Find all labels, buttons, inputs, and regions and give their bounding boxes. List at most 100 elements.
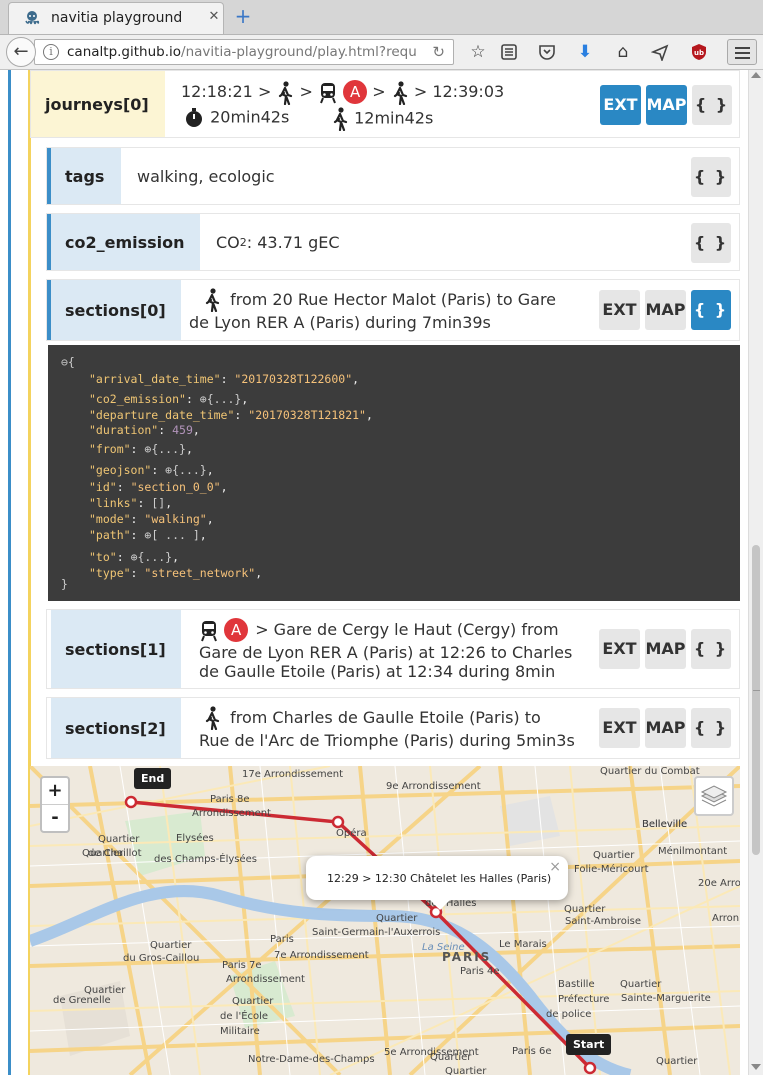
json-value: "20170328T122600" [234, 372, 353, 386]
journey-map-button[interactable]: MAP [646, 85, 687, 125]
tree-guide-line [8, 70, 11, 1075]
journey-ext-button[interactable]: EXT [600, 85, 641, 125]
new-tab-button[interactable]: + [233, 6, 253, 26]
section-text-line: from 20 Rue Hector Malot (Paris) to Gare [230, 289, 557, 309]
walking-icon [279, 80, 293, 105]
json-key: "links" [89, 496, 138, 510]
json-collapse-toggle[interactable]: ⊖{ [61, 355, 75, 369]
tags-key: tags [47, 148, 121, 204]
section-map-button[interactable]: MAP [645, 290, 686, 330]
download-icon[interactable]: ⬇ [574, 41, 596, 63]
popup-close-button[interactable]: × [549, 859, 561, 875]
reload-icon[interactable]: ↻ [432, 43, 445, 61]
json-value: [] [151, 496, 166, 510]
map-place-label: Opéra [336, 828, 367, 839]
section-text-line: de Gaulle Etoile (Paris) at 12:34 during… [199, 662, 556, 681]
map-place-label: 7e Arrondissement [274, 950, 369, 961]
tags-value: walking, ecologic [137, 166, 275, 186]
journey-arrive: > 12:39:03 [413, 82, 505, 101]
json-row: "arrival_date_time": "20170328T122600", [89, 372, 360, 386]
home-icon[interactable]: ⌂ [612, 41, 634, 63]
train-icon [201, 620, 217, 641]
scroll-up-arrow[interactable] [751, 72, 761, 78]
zoom-in-button[interactable]: + [42, 778, 68, 805]
browser-nav-bar: i canaltp.github.io/navitia-playground/p… [0, 35, 763, 70]
map-place-label: Militaire [220, 1026, 260, 1037]
section-ext-button[interactable]: EXT [599, 629, 640, 669]
map-place-label: Folie-Méricourt [574, 864, 649, 875]
section-key: sections[2] [47, 698, 181, 758]
section-text-line: Rue de l'Arc de Triomphe (Paris) during … [199, 731, 575, 750]
url-path: /navitia-playground/play.html?requ [181, 44, 417, 60]
journey-depart: 12:18:21 > [181, 82, 272, 101]
map-place-label: Paris 6e [512, 1046, 552, 1057]
json-row: "departure_date_time": "20170328T121821"… [89, 408, 373, 422]
url-text[interactable]: canaltp.github.io/navitia-playground/pla… [67, 44, 423, 60]
json-row: "type": "street_network", [89, 566, 263, 580]
section-ext-button[interactable]: EXT [599, 290, 640, 330]
json-row: "path": ⊕[ ... ], [89, 528, 207, 542]
json-row: "from": ⊕{...}, [89, 442, 193, 456]
page-scrollbar[interactable] [748, 70, 763, 1075]
hamburger-menu-button[interactable] [727, 39, 757, 65]
map-place-label: de l'École [220, 1011, 269, 1022]
co2-value: CO 2: 43.71 gEC [216, 214, 340, 270]
json-key: "duration" [89, 423, 159, 437]
json-row: "id": "section_0_0", [89, 480, 228, 494]
tags-json-button[interactable]: { } [691, 157, 731, 197]
json-value[interactable]: ⊕{...} [144, 442, 186, 456]
map-place-label: de Grenelle [53, 995, 111, 1006]
map-place-label: Préfecture [558, 994, 610, 1005]
tags-row: tags walking, ecologic { } [46, 147, 740, 205]
octopus-favicon-icon [25, 11, 40, 25]
map-place-label: Paris 4e [460, 966, 500, 977]
back-button[interactable]: ← [6, 37, 36, 67]
send-tab-icon[interactable] [649, 41, 671, 63]
info-icon[interactable]: i [43, 44, 59, 60]
json-value[interactable]: ⊕{...} [165, 463, 207, 477]
section-ext-button[interactable]: EXT [599, 708, 640, 748]
layers-button[interactable] [694, 776, 734, 816]
co2-prefix: CO [216, 232, 240, 252]
co2-json-button[interactable]: { } [691, 223, 731, 263]
scroll-down-arrow[interactable] [751, 1064, 761, 1070]
browser-tab[interactable]: navitia playground ✕ [8, 2, 224, 34]
json-key: "type" [89, 566, 131, 580]
tab-close-button[interactable]: ✕ [205, 8, 223, 26]
section-json-button[interactable]: { } [691, 290, 731, 330]
map-place-label: Quartier [656, 1056, 698, 1067]
json-key: "departure_date_time" [89, 408, 235, 422]
section-json-button[interactable]: { } [691, 708, 731, 748]
section-row: sections[0] from 20 Rue Hector Malot (Pa… [46, 279, 740, 341]
bookmark-star-icon[interactable]: ☆ [467, 41, 489, 63]
map-place-label: Bastille [558, 979, 595, 990]
journey-json-button[interactable]: { } [692, 85, 732, 125]
popup-tail [430, 900, 450, 910]
map-place-label: Quartier [150, 940, 192, 951]
pocket-icon[interactable] [536, 41, 558, 63]
section-json-button[interactable]: { } [691, 629, 731, 669]
json-value: "street_network" [144, 566, 256, 580]
map-place-label: de police [546, 1009, 592, 1020]
section-map-button[interactable]: MAP [645, 708, 686, 748]
walking-icon [205, 288, 220, 312]
json-value[interactable]: ⊕{...} [131, 550, 173, 564]
scroll-thumb[interactable] [752, 545, 760, 855]
map-place-label: du Gros-Caillou [123, 953, 200, 964]
svg-text:ub: ub [694, 49, 704, 57]
ublock-shield-icon[interactable]: ub [688, 41, 710, 63]
json-value[interactable]: ⊕{...} [200, 392, 242, 406]
reader-list-icon[interactable] [498, 41, 520, 63]
json-value[interactable]: ⊕[ ... ] [144, 528, 199, 542]
map-place-label: Notre-Dame-des-Champs [248, 1054, 375, 1065]
map-place-label: Sainte-Marguerite [621, 993, 711, 1004]
url-bar[interactable]: i canaltp.github.io/navitia-playground/p… [34, 39, 454, 65]
route-map[interactable]: 17e Arrondissement 9e Arrondissement Quart… [30, 766, 740, 1075]
zoom-out-button[interactable]: - [42, 805, 68, 831]
map-place-label: Quartier [232, 996, 274, 1007]
journey-summary: 12:18:21 > > A > > 12:39:03 20min42s 12m… [181, 71, 631, 137]
section-map-button[interactable]: MAP [645, 629, 686, 669]
json-key: "co2_emission" [89, 392, 186, 406]
scroll-grip [753, 690, 760, 691]
map-place-label: des Champs-Élysées [154, 854, 257, 865]
